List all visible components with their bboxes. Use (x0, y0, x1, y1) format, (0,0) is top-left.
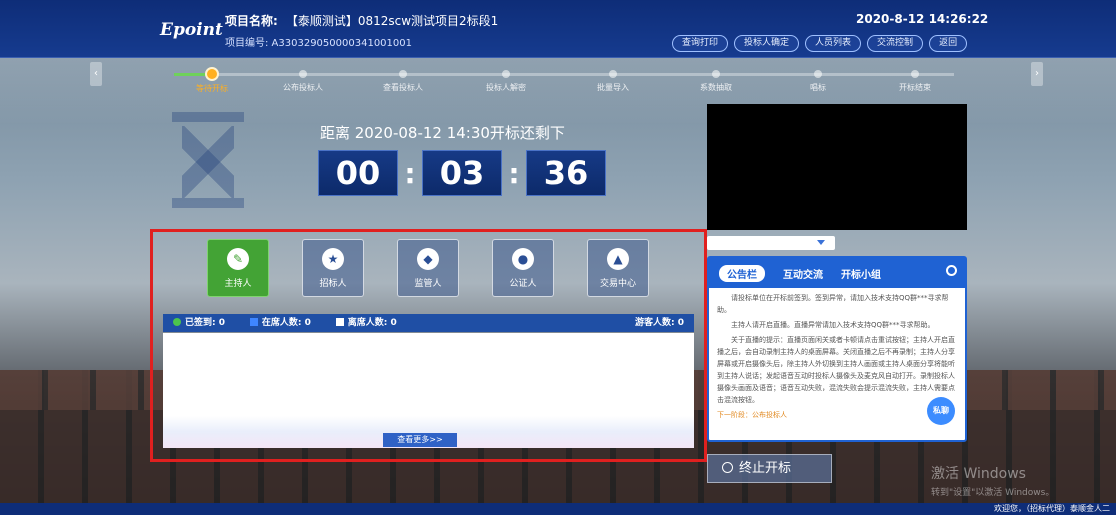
check-icon (173, 318, 181, 326)
bottom-bar: 欢迎您，（招标代理）泰顺金人二 (0, 503, 1116, 515)
tab-interaction[interactable]: 互动交流 (783, 266, 823, 281)
role-trading-center[interactable]: ▲ 交易中心 (587, 239, 649, 297)
role-label: 监管人 (414, 279, 442, 289)
role-label: 主持人 (224, 279, 252, 289)
logo: Epoint (160, 20, 223, 40)
step-dot-icon (399, 70, 407, 78)
step-dot-icon (502, 70, 510, 78)
header: Epoint 项目名称: 【泰顺测试】0812scw测试项目2标段1 项目编号: … (0, 0, 1116, 58)
step-batch-import[interactable]: 批量导入 (573, 63, 653, 93)
header-buttons: 查询打印 投标人确定 人员列表 交流控制 返回 (672, 35, 968, 52)
step-label: 批量导入 (597, 83, 629, 92)
notice-paragraph: 请投标单位在开标前签到。签到异常，请加入技术支持QQ群***寻求帮助。 (717, 294, 949, 314)
step-waiting[interactable]: 等待开标 (172, 63, 252, 94)
step-dot-icon (205, 67, 219, 81)
step-label: 查看投标人 (383, 83, 423, 92)
watermark-title: 激活 Windows (931, 466, 1026, 482)
step-dot-icon (911, 70, 919, 78)
welcome-text: 欢迎您，（招标代理）泰顺金人二 (994, 504, 1110, 513)
back-button[interactable]: 返回 (929, 35, 968, 52)
tab-opening-group[interactable]: 开标小组 (841, 266, 881, 281)
online-count: 在席人数: 0 (261, 318, 311, 328)
tab-bulletin[interactable]: 公告栏 (719, 265, 765, 282)
stop-opening-button[interactable]: 终止开标 (707, 454, 832, 483)
notary-icon: ● (512, 248, 534, 270)
stop-icon (722, 462, 733, 473)
step-label: 唱标 (810, 83, 826, 92)
tenderer-icon: ★ (322, 248, 344, 270)
progress-steps: 等待开标 公布投标人 查看投标人 投标人解密 批量导入 系数抽取 唱标 开标结束 (168, 63, 960, 95)
role-host[interactable]: ✎ 主持人 (207, 239, 269, 297)
attendance-stats: 已签到: 0 在席人数: 0 离席人数: 0 游客人数: 0 (163, 314, 694, 332)
project-name-value: 【泰顺测试】0812scw测试项目2标段1 (285, 14, 499, 28)
signed-count: 已签到: 0 (185, 318, 225, 328)
prev-arrow-icon[interactable]: ‹ (90, 62, 102, 86)
role-label: 交易中心 (599, 279, 636, 289)
step-label: 公布投标人 (283, 83, 323, 92)
next-arrow-icon[interactable]: › (1031, 62, 1043, 86)
shield-icon: ◆ (417, 248, 439, 270)
notice-paragraph: 关于直播的提示：直播页面闲关或者卡顿请点击重试按钮；主持人开启直播之后，会自动录… (717, 336, 955, 404)
offline-stat: 离席人数: 0 (335, 318, 397, 328)
step-view-bidders[interactable]: 查看投标人 (363, 63, 443, 93)
datetime: 2020-8-12 14:26:22 (856, 12, 989, 26)
step-label: 开标结束 (899, 83, 931, 92)
signed-stat: 已签到: 0 (173, 318, 225, 328)
host-icon: ✎ (227, 248, 249, 270)
person-list-button[interactable]: 人员列表 (805, 35, 862, 52)
countdown-timer: 00 : 03 : 36 (318, 150, 606, 196)
role-tenderer[interactable]: ★ 招标人 (302, 239, 364, 297)
step-finish[interactable]: 开标结束 (875, 63, 955, 93)
project-code: 项目编号: A330329050000341001001 (225, 38, 412, 49)
search-icon[interactable] (946, 265, 957, 276)
project-name-label: 项目名称: (225, 14, 278, 28)
hourglass-icon (172, 112, 244, 208)
communication-control-button[interactable]: 交流控制 (867, 35, 924, 52)
stop-opening-label: 终止开标 (739, 461, 792, 476)
watermark-subtitle: 转到"设置"以激活 Windows。 (931, 488, 1055, 498)
step-dot-icon (299, 70, 307, 78)
countdown-seconds: 36 (526, 150, 606, 196)
role-tabs: ✎ 主持人 ★ 招标人 ◆ 监管人 ● 公证人 ▲ 交易中心 (207, 239, 649, 297)
role-label: 公证人 (509, 279, 537, 289)
video-player[interactable] (707, 104, 967, 230)
step-announce-bidders[interactable]: 公布投标人 (263, 63, 343, 93)
role-notary[interactable]: ● 公证人 (492, 239, 554, 297)
notice-tabs: 公告栏 互动交流 开标小组 (709, 258, 965, 288)
online-stat: 在席人数: 0 (249, 318, 311, 328)
confirm-bidder-button[interactable]: 投标人确定 (734, 35, 800, 52)
step-bid-reading[interactable]: 唱标 (778, 63, 858, 93)
chevron-down-icon (817, 240, 825, 245)
step-decrypt[interactable]: 投标人解密 (466, 63, 546, 93)
countdown-minutes: 03 (422, 150, 502, 196)
windows-activation-watermark: 激活 Windows 转到"设置"以激活 Windows。 (931, 463, 1054, 498)
role-label: 招标人 (319, 279, 347, 289)
view-more-button[interactable]: 查看更多>> (383, 433, 457, 447)
step-dot-icon (609, 70, 617, 78)
offline-square-icon (335, 318, 344, 326)
countdown-label: 距离 2020-08-12 14:30开标还剩下 (320, 124, 565, 142)
countdown-hours: 00 (318, 150, 398, 196)
guest-count: 游客人数: 0 (635, 318, 684, 328)
step-dot-icon (712, 70, 720, 78)
step-coefficient[interactable]: 系数抽取 (676, 63, 756, 93)
project-name: 项目名称: 【泰顺测试】0812scw测试项目2标段1 (225, 12, 498, 29)
step-label: 系数抽取 (700, 83, 732, 92)
online-square-icon (249, 318, 258, 326)
role-supervisor[interactable]: ◆ 监管人 (397, 239, 459, 297)
offline-count: 离席人数: 0 (347, 318, 397, 328)
timer-separator: : (404, 156, 416, 190)
step-label: 投标人解密 (486, 83, 526, 92)
private-chat-button[interactable]: 私聊 (927, 397, 955, 425)
attendance-list (163, 333, 694, 448)
video-source-select[interactable] (707, 236, 835, 250)
step-label: 等待开标 (196, 84, 228, 93)
next-step-text: 下一阶段：公布投标人 (717, 411, 787, 419)
center-icon: ▲ (607, 248, 629, 270)
notice-paragraph: 主持人请开启直播。直播异常请加入技术支持QQ群***寻求帮助。 (731, 321, 935, 329)
query-print-button[interactable]: 查询打印 (672, 35, 729, 52)
timer-separator: : (508, 156, 520, 190)
step-dot-icon (814, 70, 822, 78)
